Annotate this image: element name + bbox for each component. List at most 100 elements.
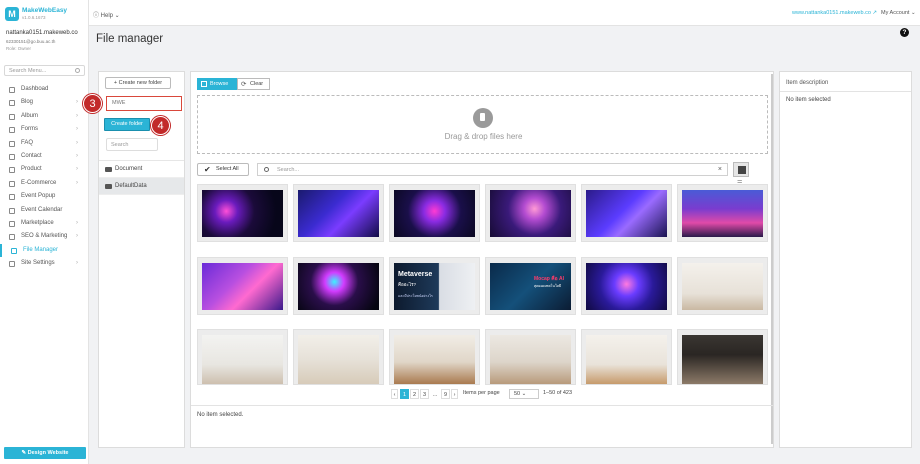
design-website-button[interactable]: ✎ Design Website (4, 447, 86, 459)
chevron-right-icon: › (76, 233, 78, 240)
thumb-vr-avatar-pink (202, 263, 283, 310)
file-thumbnail[interactable] (677, 329, 768, 385)
contact-icon (9, 153, 15, 160)
folder-item-defaultdata[interactable]: DefaultData (99, 178, 184, 195)
item-description-value: No item selected (786, 97, 831, 103)
sidebar-menu: Dashboad Blog › Album › Forms › FAQ › Contact › Pro… (0, 83, 88, 270)
top-bar: ⓘ Help ⌄ www.nattanka0151.makeweb.co ↗ M… (89, 0, 920, 26)
sidebar-item-site-settings[interactable]: Site Settings › (0, 257, 88, 270)
folder-list: Document DefaultData (99, 160, 184, 195)
album-icon (9, 113, 15, 120)
file-thumbnail[interactable] (581, 329, 672, 385)
sidebar-item-product[interactable]: Product › (0, 163, 88, 176)
sidebar-item-contact[interactable]: Contact › (0, 150, 88, 163)
thumb-neon-abstract (202, 190, 283, 237)
thumb-white-room-plant (682, 263, 763, 310)
clear-search-icon[interactable]: × (718, 166, 722, 173)
sidebar-item-label: Event Popup (21, 193, 56, 200)
sidebar: M MakeWebEasy v1.0.6.1673 nattanka0151.m… (0, 0, 89, 464)
chevron-right-icon: › (76, 112, 78, 119)
upload-icon (201, 81, 207, 87)
page-1-button[interactable]: 1 (400, 389, 409, 399)
sidebar-item-forms[interactable]: Forms › (0, 123, 88, 136)
file-thumbnail[interactable]: Metaverse คืออะไร? และมีประโยชน์อย่างไร (389, 257, 480, 315)
sidebar-item-label: E-Commerce (21, 179, 57, 186)
thumb-white-cabinet (298, 335, 379, 384)
tab-browse-label: Browse (210, 81, 229, 87)
chevron-right-icon: › (76, 152, 78, 159)
sidebar-item-label: Contact (21, 152, 42, 159)
sidebar-item-marketplace[interactable]: Marketplace › (0, 217, 88, 230)
thumb-grey-armchair (490, 335, 571, 384)
user-name: nattanka0151.makeweb.co (6, 30, 78, 36)
file-thumbnail[interactable] (485, 184, 576, 242)
file-icon (473, 108, 493, 128)
file-thumbnail[interactable] (197, 257, 288, 315)
select-all-button[interactable]: ✔ Select All (197, 163, 249, 176)
folder-search-input[interactable]: Search (106, 138, 158, 151)
sidebar-item-faq[interactable]: FAQ › (0, 137, 88, 150)
file-thumbnail[interactable] (293, 257, 384, 315)
sidebar-item-album[interactable]: Album › (0, 110, 88, 123)
sidebar-item-event-calendar[interactable]: Event Calendar (0, 204, 88, 217)
new-folder-name-input[interactable]: MWE (106, 96, 182, 111)
menu-search-placeholder: Search Menu... (9, 68, 47, 74)
sidebar-item-file-manager[interactable]: File Manager (0, 243, 88, 258)
file-thumbnail[interactable] (485, 329, 576, 385)
website-link[interactable]: www.nattanka0151.makeweb.co ↗ (792, 10, 877, 16)
sidebar-item-e-commerce[interactable]: E-Commerce › (0, 177, 88, 190)
thumb-hologram-purple (586, 263, 667, 310)
file-dropzone[interactable]: Drag & drop files here (197, 95, 768, 154)
scrollbar[interactable] (771, 74, 773, 444)
file-thumbnail[interactable] (197, 184, 288, 242)
thumb-gaming-setup (682, 190, 763, 237)
menu-search-input[interactable]: Search Menu... (4, 65, 85, 76)
folder-item-document[interactable]: Document (99, 161, 184, 178)
page-9-button[interactable]: 9 (441, 389, 450, 399)
sidebar-item-blog[interactable]: Blog › (0, 96, 88, 109)
file-search-input[interactable]: Search... × (257, 163, 728, 176)
file-thumbnail[interactable] (581, 184, 672, 242)
file-thumbnail[interactable] (389, 329, 480, 385)
thumb-tv-living-room (682, 335, 763, 384)
popup-icon (9, 194, 15, 201)
prev-page-button[interactable]: ‹ (391, 389, 398, 399)
help-menu[interactable]: ⓘ Help ⌄ (93, 10, 120, 19)
folder-icon (11, 247, 17, 254)
user-email: 62330151@go.buu.ac.th (6, 39, 56, 44)
file-thumbnail[interactable] (293, 329, 384, 385)
create-new-folder-button[interactable]: + Create new folder (105, 77, 171, 89)
page-2-button[interactable]: 2 (410, 389, 419, 399)
gear-icon (9, 261, 15, 268)
makewebeasy-logo[interactable]: M (5, 7, 19, 21)
folder-icon (105, 167, 112, 172)
sidebar-item-dashboad[interactable]: Dashboad (0, 83, 88, 96)
search-icon (264, 167, 269, 172)
sidebar-item-label: Product (21, 166, 42, 173)
file-thumbnail[interactable]: Mocap คือ AI สุดยอดเทคโนโลยี (485, 257, 576, 315)
help-question-icon[interactable]: ? (900, 28, 909, 37)
create-folder-button[interactable]: Create folder (104, 118, 150, 131)
sidebar-item-seo-marketing[interactable]: SEO & Marketing › (0, 230, 88, 243)
items-per-page-select[interactable]: 50 ⌄ (509, 389, 539, 399)
file-thumbnail[interactable] (581, 257, 672, 315)
tab-clear[interactable]: ⟳ Clear (237, 78, 270, 90)
file-thumbnail[interactable] (197, 329, 288, 385)
grid-view-toggle[interactable] (733, 162, 749, 177)
tab-browse[interactable]: Browse (197, 78, 237, 90)
file-thumbnail[interactable] (389, 184, 480, 242)
file-thumbnail[interactable] (293, 184, 384, 242)
thumb-chair-plant (202, 335, 283, 384)
next-page-button[interactable]: › (451, 389, 458, 399)
chevron-right-icon: › (76, 260, 78, 267)
user-role: Role: Owner (6, 46, 32, 51)
my-account-menu[interactable]: My Account ⌄ (881, 10, 916, 16)
page-3-button[interactable]: 3 (420, 389, 429, 399)
folders-panel: + Create new folder MWE Create folder Se… (98, 71, 185, 448)
tab-clear-label: Clear (250, 81, 264, 87)
sidebar-item-label: Marketplace (21, 219, 54, 226)
sidebar-item-event-popup[interactable]: Event Popup (0, 190, 88, 203)
file-thumbnail[interactable] (677, 257, 768, 315)
select-all-label: Select All (216, 166, 239, 172)
file-thumbnail[interactable] (677, 184, 768, 242)
